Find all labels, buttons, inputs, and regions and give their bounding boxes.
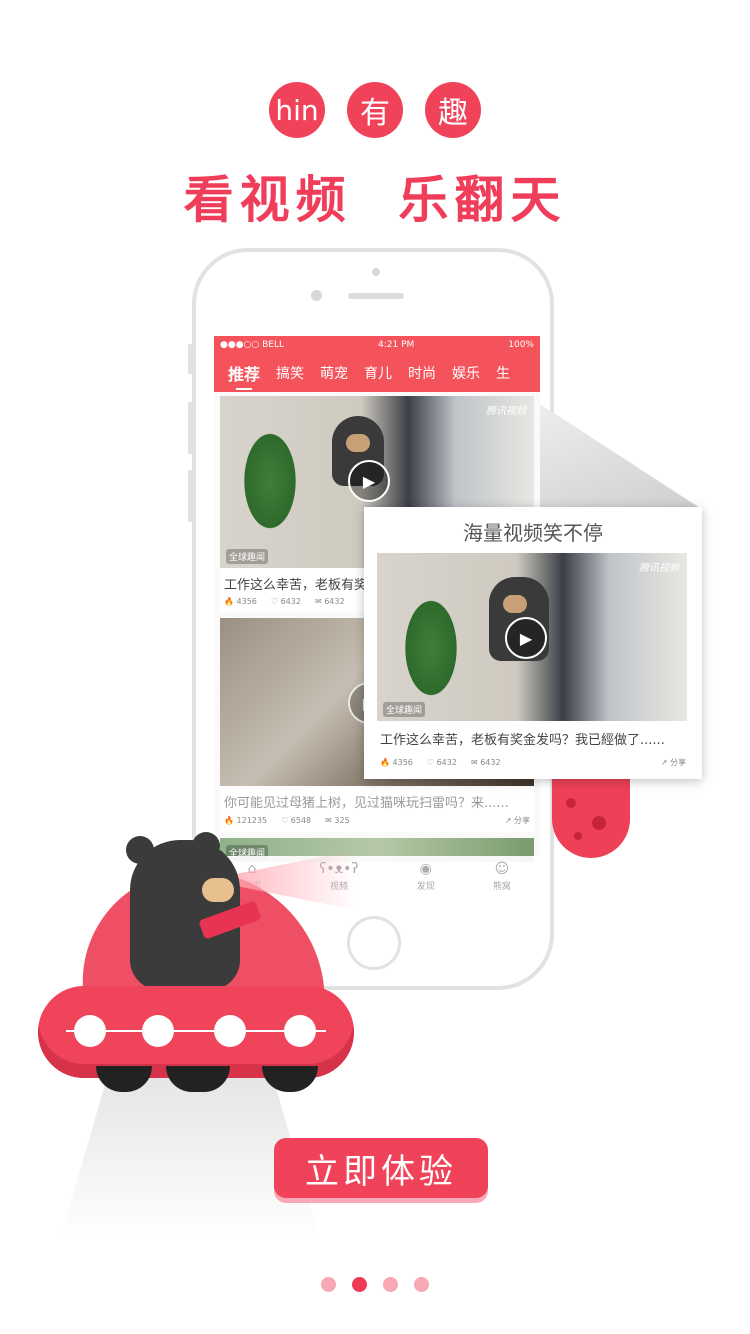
page-indicator — [0, 1277, 750, 1292]
category-bar: 推荐 搞笑 萌宠 育儿 时尚 娱乐 生 — [214, 354, 540, 392]
volume-up-button — [188, 402, 193, 454]
tab-parenting[interactable]: 育儿 — [364, 363, 392, 383]
planet-crater — [574, 832, 582, 840]
clock: 4:21 PM — [378, 340, 415, 350]
bear-snout — [202, 878, 234, 902]
comment-count: 6432 — [480, 758, 501, 767]
tab-nest[interactable]: ☺ 熊窝 — [493, 861, 511, 892]
like-icon[interactable]: ♡ — [281, 816, 288, 825]
comment-count: 6432 — [324, 597, 345, 606]
badge-qu: 趣 — [425, 82, 481, 138]
fire-icon: 🔥 — [380, 758, 390, 767]
feature-badges: hin 有 趣 — [0, 82, 750, 138]
carrier-label: ●●●○○ BELL — [220, 340, 285, 350]
earpiece-speaker — [348, 293, 404, 299]
bear-ear — [126, 836, 154, 864]
bear-ear — [192, 832, 220, 860]
eye-icon: ◉ — [419, 860, 432, 877]
nest-icon: ☺ — [494, 860, 510, 877]
like-icon[interactable]: ♡ — [271, 597, 278, 606]
planet-crater — [566, 798, 576, 808]
bear-mascot-illustration — [126, 832, 262, 990]
tab-recommend[interactable]: 推荐 — [228, 361, 260, 390]
hot-count: 4356 — [236, 597, 257, 606]
video-stats: 🔥 121235 ♡ 6548 ✉ 325 ↗ 分享 — [220, 813, 534, 832]
play-icon[interactable]: ▶ — [348, 460, 390, 502]
battery-label: 100% — [508, 340, 534, 350]
share-label[interactable]: 分享 — [670, 758, 686, 767]
comment-icon[interactable]: ✉ — [471, 758, 478, 767]
comment-icon[interactable]: ✉ — [315, 597, 322, 606]
watermark: 腾讯视频 — [639, 563, 679, 574]
like-count: 6432 — [280, 597, 301, 606]
status-bar: ●●●○○ BELL 4:21 PM 100% — [214, 336, 540, 354]
tab-fashion[interactable]: 时尚 — [408, 363, 436, 383]
popup-video-stats: 🔥 4356 ♡ 6432 ✉ 6432 ↗ 分享 — [376, 755, 690, 774]
slogan: 看视频 乐翻天 — [183, 170, 567, 229]
like-icon[interactable]: ♡ — [427, 758, 434, 767]
like-count: 6548 — [290, 816, 312, 825]
badge-hin: hin — [269, 82, 325, 138]
home-button — [347, 916, 401, 970]
tab-pets[interactable]: 萌宠 — [320, 363, 348, 383]
plant-image — [401, 593, 461, 703]
ufo-saucer — [38, 986, 354, 1078]
popup-title: 海量视频笑不停 — [463, 521, 603, 545]
tab-funny[interactable]: 搞笑 — [276, 363, 304, 383]
video-title[interactable]: 你可能见过母猪上树，见过猫咪玩扫雷吗？来...... — [220, 786, 534, 813]
featured-video-popup[interactable]: 海量视频笑不停 ▶ 腾讯视频 全球趣闻 工作这么幸苦，老板有奖金发吗？我已經做了… — [364, 507, 702, 779]
popup-video-title[interactable]: 工作这么幸苦，老板有奖金发吗？我已經做了...... — [380, 729, 665, 748]
share-icon[interactable]: ↗ — [505, 816, 512, 825]
watermark: 腾讯视频 — [486, 406, 526, 417]
ufo-light — [214, 1015, 246, 1047]
try-now-button[interactable]: 立即体验 — [274, 1138, 488, 1198]
fire-icon: 🔥 — [224, 816, 234, 825]
popup-video-thumbnail[interactable]: ▶ 腾讯视频 全球趣闻 — [377, 553, 687, 721]
comment-icon[interactable]: ✉ — [325, 816, 332, 825]
ufo-light — [74, 1015, 106, 1047]
page-dot[interactable] — [321, 1277, 336, 1292]
hot-count: 121235 — [236, 816, 268, 825]
planet-crater — [592, 816, 606, 830]
hot-count: 4356 — [392, 758, 413, 767]
front-camera — [311, 290, 322, 301]
tab-label: 熊窝 — [492, 881, 511, 892]
popup-fold-shadow — [540, 404, 700, 508]
sensor-dot — [372, 268, 380, 276]
page-dot[interactable] — [414, 1277, 429, 1292]
comment-count: 325 — [334, 816, 350, 825]
share-label[interactable]: 分享 — [514, 816, 530, 825]
share-icon[interactable]: ↗ — [661, 758, 668, 767]
tab-label: 发现 — [416, 881, 435, 892]
tab-discover[interactable]: ◉ 发现 — [417, 861, 435, 892]
page-dot-active[interactable] — [352, 1277, 367, 1292]
channel-logo: 全球趣闻 — [383, 702, 426, 717]
page-dot[interactable] — [383, 1277, 398, 1292]
mute-switch — [188, 344, 193, 374]
like-count: 6432 — [436, 758, 457, 767]
tab-entertainment[interactable]: 娱乐 — [452, 363, 480, 383]
badge-you: 有 — [347, 82, 403, 138]
fire-icon: 🔥 — [224, 597, 234, 606]
ufo-light — [284, 1015, 316, 1047]
tab-life[interactable]: 生 — [496, 363, 510, 383]
ufo-light — [142, 1015, 174, 1047]
volume-down-button — [188, 470, 193, 522]
channel-logo: 全球趣闻 — [226, 549, 269, 564]
plant-image — [240, 426, 300, 536]
play-icon[interactable]: ▶ — [505, 617, 547, 659]
planet-illustration — [552, 768, 630, 858]
